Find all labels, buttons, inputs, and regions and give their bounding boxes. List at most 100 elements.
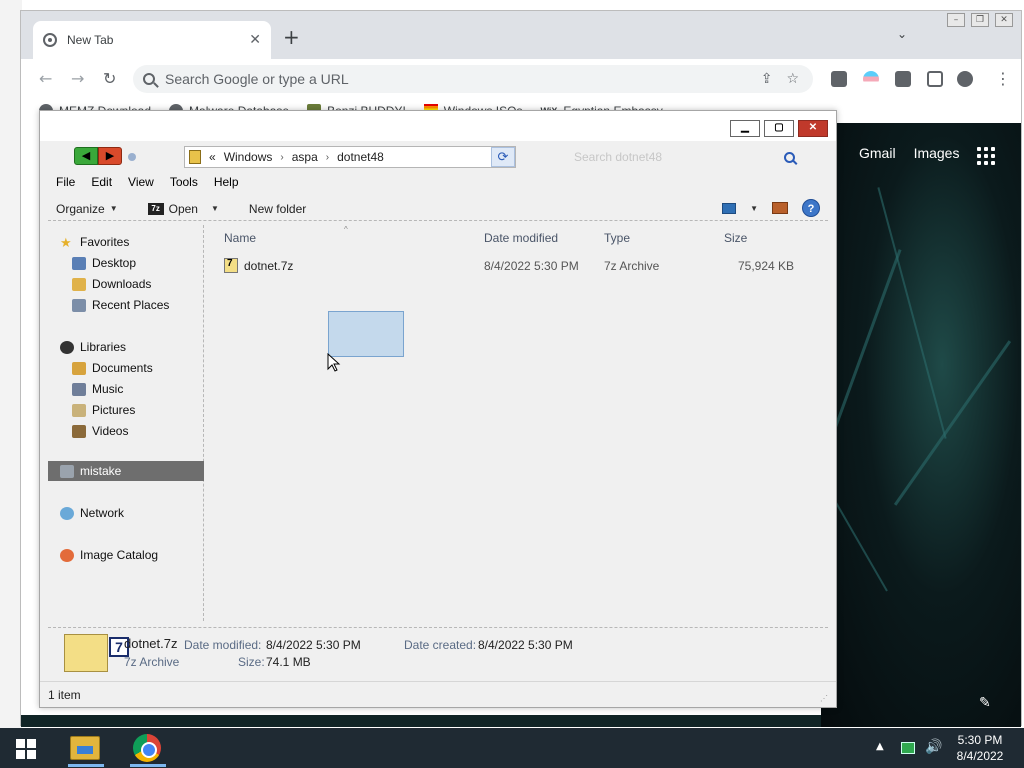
view-caret-icon[interactable]: ▼ (750, 204, 758, 213)
extensions-puzzle-icon[interactable] (895, 71, 911, 87)
nav-image-catalog[interactable]: Image Catalog (60, 548, 158, 562)
tray-overflow-chevron-icon[interactable]: ▲ (876, 741, 884, 752)
image-catalog-icon (60, 548, 74, 562)
breadcrumb-aspa[interactable]: aspa (292, 150, 318, 164)
file-name: dotnet.7z (244, 259, 294, 273)
nav-desktop[interactable]: Desktop (72, 256, 136, 270)
images-link[interactable]: Images (914, 145, 960, 161)
nav-recent-places[interactable]: Recent Places (72, 298, 169, 312)
explorer-back-icon[interactable]: ◀ (74, 147, 98, 165)
resize-grip-icon[interactable]: ⋰ (820, 694, 828, 703)
tab-new-tab[interactable]: New Tab ✕ (33, 21, 271, 59)
side-panel-icon[interactable] (927, 71, 943, 87)
breadcrumb-windows[interactable]: Windows (224, 150, 273, 164)
omnibox-placeholder: Search Google or type a URL (165, 71, 349, 87)
browser-minimize-button[interactable]: – (947, 13, 965, 27)
details-file-name: dotnet.7z (124, 636, 178, 651)
omnibox[interactable]: Search Google or type a URL ⇪ ☆ (133, 65, 813, 93)
address-bar[interactable]: « Windows › aspa › dotnet48 ▼ (184, 146, 516, 168)
7zip-icon: 7z (147, 202, 164, 215)
column-header-type[interactable]: Type (604, 231, 630, 245)
drag-selection-rectangle (328, 311, 404, 357)
taskbar-clock[interactable]: 5:30 PM 8/4/2022 (950, 732, 1010, 764)
recent-locations-icon[interactable] (128, 153, 136, 161)
nav-network[interactable]: Network (60, 506, 124, 520)
reload-icon[interactable]: ↻ (103, 69, 116, 88)
bookmark-star-icon[interactable]: ☆ (786, 71, 799, 87)
refresh-icon[interactable]: ⟳ (491, 147, 515, 167)
explorer-maximize-button[interactable]: ▢ (764, 120, 794, 137)
help-icon[interactable]: ? (802, 199, 820, 217)
nav-libraries[interactable]: Libraries (60, 340, 126, 354)
star-icon: ★ (60, 234, 72, 250)
desktop-top-strip (0, 0, 1024, 10)
nav-videos[interactable]: Videos (72, 424, 128, 438)
column-header-date[interactable]: Date modified (484, 231, 558, 245)
nav-pictures[interactable]: Pictures (72, 403, 135, 417)
change-view-icon[interactable] (722, 202, 737, 214)
libraries-icon (60, 340, 74, 354)
organize-label: Organize (56, 201, 105, 216)
nav-label: Pictures (92, 403, 136, 417)
menu-kebab-icon[interactable]: ⋮ (995, 69, 1011, 88)
column-header-name[interactable]: Name (224, 231, 256, 245)
desktop-icon (72, 256, 86, 270)
7z-archive-icon (224, 258, 238, 273)
nav-label: Image Catalog (80, 548, 159, 562)
nav-documents[interactable]: Documents (72, 361, 153, 375)
search-input[interactable] (574, 150, 784, 164)
volume-icon[interactable]: 🔊 (925, 739, 942, 755)
organize-button[interactable]: Organize ▼ (48, 202, 126, 216)
nav-favorites[interactable]: ★ Favorites (60, 235, 129, 249)
breadcrumb-dotnet48[interactable]: dotnet48 (337, 150, 384, 164)
column-header-size[interactable]: Size (724, 231, 747, 245)
browser-close-button[interactable]: ✕ (995, 13, 1013, 27)
menu-tools[interactable]: Tools (162, 173, 206, 191)
nav-music[interactable]: Music (72, 382, 123, 396)
new-tab-plus-icon[interactable]: + (283, 25, 300, 49)
menu-view[interactable]: View (120, 173, 162, 191)
nav-mistake[interactable]: mistake (60, 464, 121, 478)
forward-arrow-icon[interactable]: → (71, 69, 84, 88)
preview-pane-icon[interactable] (772, 202, 788, 214)
ntp-background-image (796, 123, 1021, 727)
menu-file[interactable]: File (48, 173, 83, 191)
chrome-favicon-icon (43, 33, 57, 47)
explorer-minimize-button[interactable]: ▁ (730, 120, 760, 137)
breadcrumb-chevron-icon[interactable]: › (280, 152, 283, 163)
nav-label: Downloads (92, 277, 152, 291)
share-icon[interactable]: ⇪ (761, 71, 773, 87)
back-arrow-icon[interactable]: ← (39, 69, 52, 88)
chrome-taskbar-icon[interactable] (133, 734, 161, 762)
details-size: 74.1 MB (266, 655, 311, 669)
gmail-link[interactable]: Gmail (859, 145, 896, 161)
tab-search-chevron-icon[interactable]: ⌄ (897, 27, 907, 41)
tab-close-icon[interactable]: ✕ (249, 32, 261, 48)
network-status-icon[interactable] (901, 742, 915, 754)
details-file-type: 7z Archive (124, 655, 180, 669)
explorer-forward-icon[interactable]: ▶ (98, 147, 122, 165)
explorer-close-button[interactable]: ✕ (798, 120, 828, 137)
browser-restore-button[interactable]: ❐ (971, 13, 989, 27)
new-folder-button[interactable]: New folder (241, 202, 314, 216)
search-icon[interactable] (784, 151, 795, 163)
customize-pencil-icon[interactable]: ✎ (979, 695, 991, 711)
table-row[interactable]: dotnet.7z 8/4/2022 5:30 PM 7z Archive 75… (222, 257, 822, 277)
apps-grid-icon[interactable] (977, 147, 995, 165)
menu-edit[interactable]: Edit (83, 173, 120, 191)
windows-start-icon[interactable] (16, 739, 36, 759)
breadcrumb-chevron-icon[interactable]: › (326, 152, 329, 163)
ublock-shield-icon[interactable] (831, 71, 847, 87)
address-overflow[interactable]: « (209, 150, 216, 164)
file-explorer-taskbar-icon[interactable] (70, 736, 100, 760)
explorer-search-box[interactable] (570, 146, 808, 168)
flag-extension-icon[interactable] (863, 71, 879, 87)
menu-help[interactable]: Help (206, 173, 247, 191)
nav-downloads[interactable]: Downloads (72, 277, 151, 291)
details-date-modified-label: Date modified: (184, 638, 262, 652)
nav-label: Recent Places (92, 298, 170, 312)
details-date-created: 8/4/2022 5:30 PM (478, 638, 573, 652)
profile-avatar-icon[interactable] (957, 71, 973, 87)
videos-icon (72, 424, 86, 438)
open-button[interactable]: 7z Open ▼ (140, 202, 227, 216)
